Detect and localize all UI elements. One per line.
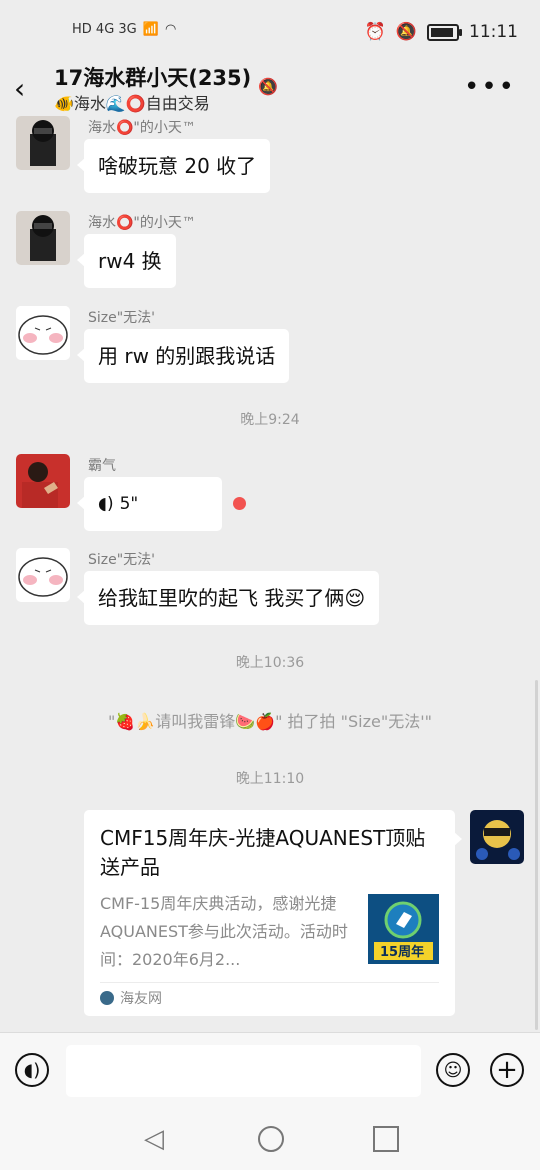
status-bar: HD 4G 3G 📶 ◠ ⏰ 🔕 11:11 [0,0,540,62]
unread-dot [233,497,246,510]
alarm-icon: ⏰ [364,22,386,42]
timestamp: 晚上9:24 [240,412,300,428]
avatar[interactable] [16,116,70,170]
network-label: HD 4G 3G [72,22,137,37]
message-bubble[interactable]: rw4 换 [77,234,176,288]
network-indicators: HD 4G 3G 📶 ◠ [72,22,176,37]
sender-name: Size"无法' [88,552,156,568]
message-bubble[interactable]: 给我缸里吹的起飞 我买了俩😌 [76,571,380,625]
message-input[interactable] [66,1045,421,1097]
status-right: ⏰ 🔕 11:11 [365,22,518,42]
card-thumbnail: 15周年 [368,894,439,964]
plus-icon[interactable]: + [490,1053,524,1087]
nav-recent-icon[interactable] [373,1126,399,1152]
thumb-label: 15周年 [380,945,425,960]
timestamp: 晚上10:36 [235,655,305,671]
status-time: 11:11 [469,22,518,42]
avatar[interactable] [16,211,70,265]
emoji-icon[interactable]: ☺ [436,1053,470,1087]
source-logo-icon [100,991,114,1005]
battery-icon [427,23,462,41]
link-card[interactable]: CMF15周年庆-光捷AQUANEST顶贴送产品 CMF-15周年庆典活动，感谢… [84,810,462,1016]
back-arrow-icon[interactable]: ‹ [14,74,44,104]
card-source: 海友网 [100,988,162,1008]
avatar[interactable] [16,548,70,602]
input-bar: ◖) ☺ + [0,1032,540,1113]
my-avatar[interactable] [470,810,524,864]
bell-off-icon: 🔕 [258,77,278,96]
card-description: CMF-15周年庆典活动，感谢光捷AQUANEST参与此次活动。活动时间：202… [100,894,348,969]
more-icon[interactable]: ••• [464,72,516,102]
sender-name: 海水⭕"的小天™ [88,215,196,231]
chat-header: ‹ 17海水群小天(235) 🐠海水🌊⭕自由交易 🔕 ••• [0,62,540,114]
message-bubble[interactable]: 用 rw 的别跟我说话 [76,329,290,383]
nav-back-icon[interactable]: ◁ [144,1126,164,1152]
system-nav-bar: ◁ [0,1112,540,1170]
card-divider [100,982,439,983]
sender-name: 海水⭕"的小天™ [88,120,196,136]
sender-name: 霸气 [88,458,116,474]
chat-area[interactable]: 海水⭕"的小天™ 啥破玩意 20 收了 海水⭕"的小天™ rw4 换 Size"… [0,114,540,1032]
message-bubble[interactable]: 啥破玩意 20 收了 [76,139,271,193]
card-title: CMF15周年庆-光捷AQUANEST顶贴送产品 [100,826,426,879]
source-name: 海友网 [120,991,162,1007]
wifi-icon: ◠ [164,22,177,37]
nav-home-icon[interactable] [258,1126,284,1152]
scrollbar[interactable] [535,680,538,1030]
notifications-off-icon: 🔕 [395,22,417,42]
voice-wave-icon: ◖) [98,494,114,514]
voice-bubble[interactable]: ◖) 5" [77,477,222,531]
pat-notice: "🍓🍌请叫我雷锋🍉🍎" 拍了拍 "Size"无法'" [108,712,432,731]
signal-icon: 📶 [142,22,159,37]
voice-input-icon[interactable]: ◖) [15,1053,49,1087]
group-subtitle: 🐠海水🌊⭕自由交易 [54,94,210,113]
voice-duration: 5" [119,494,139,514]
group-title: 17海水群小天(235) [54,66,252,90]
timestamp: 晚上11:10 [235,771,305,787]
avatar[interactable] [16,306,70,360]
avatar[interactable] [16,454,70,508]
sender-name: Size"无法' [88,310,156,326]
